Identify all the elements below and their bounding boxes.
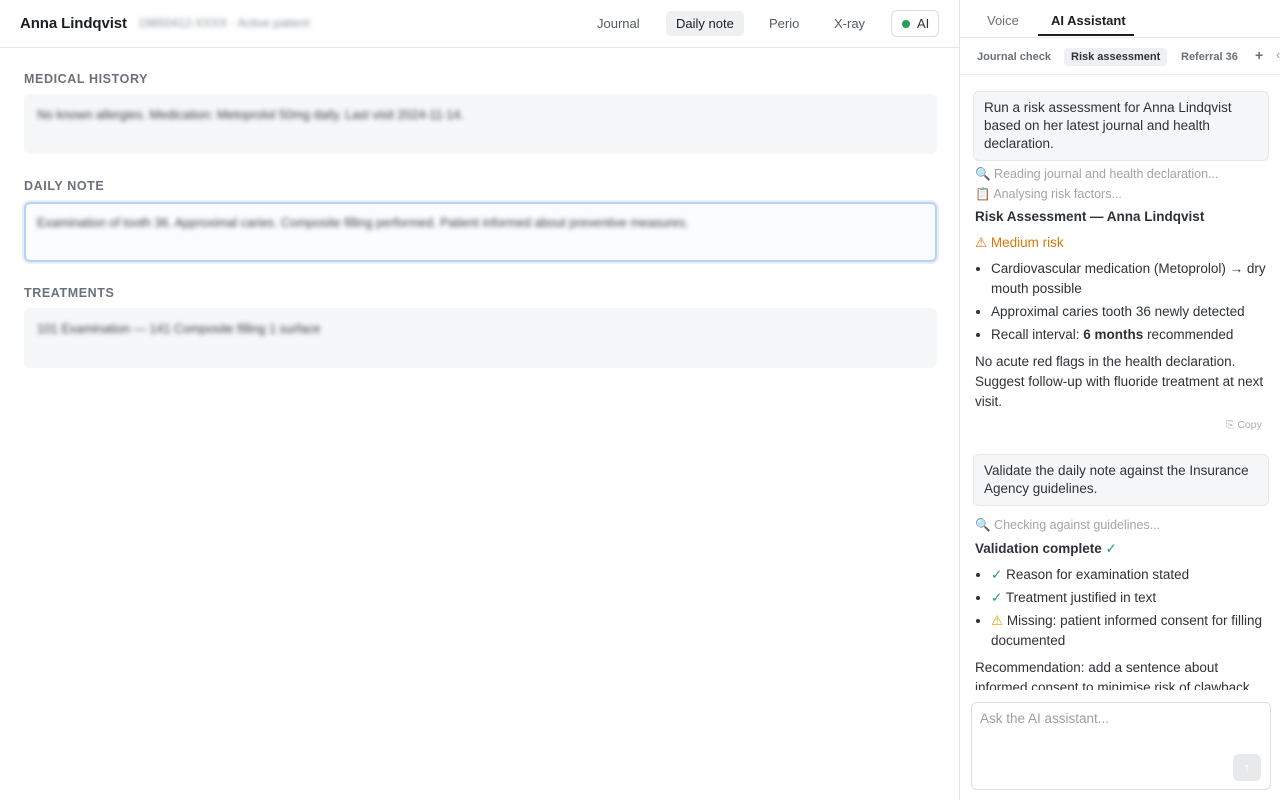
response-summary: No acute red flags in the health declara… bbox=[975, 354, 1264, 409]
patient-meta: 19850412-XXXX · Active patient bbox=[138, 16, 310, 30]
list-item: Cardiovascular medication (Metoprolol) →… bbox=[991, 259, 1271, 299]
tab-x-ray[interactable]: X-ray bbox=[824, 11, 875, 36]
validation-list: ✓ Reason for examination stated ✓ Treatm… bbox=[991, 565, 1271, 654]
user-message: Run a risk assessment for Anna Lindqvist… bbox=[973, 91, 1269, 161]
user-message: Validate the daily note against the Insu… bbox=[973, 454, 1269, 506]
check-icon: ✓ bbox=[1105, 541, 1117, 556]
daily-note-field[interactable]: Examination of tooth 36. Approximal cari… bbox=[24, 202, 937, 262]
subtab-risk-assessment[interactable]: Risk assessment bbox=[1064, 48, 1168, 66]
tab-ai-assistant[interactable]: AI Assistant bbox=[1051, 13, 1126, 28]
risk-level: ⚠ Medium risk bbox=[975, 235, 1064, 251]
status-line: 🔍 Reading journal and health declaration… bbox=[975, 167, 1219, 181]
scroll-tabs-icon[interactable]: ‹ bbox=[1276, 47, 1280, 62]
medical-history-heading: MEDICAL HISTORY bbox=[24, 72, 149, 86]
conversation-tabs: Journal check Risk assessment Referral 3… bbox=[960, 38, 1280, 75]
panel-tabs: Voice AI Assistant bbox=[960, 0, 1280, 38]
list-item: ✓ Treatment justified in text bbox=[991, 588, 1271, 608]
chat-input[interactable] bbox=[980, 711, 1260, 726]
add-tab-button[interactable]: + bbox=[1255, 47, 1263, 63]
top-bar: Anna Lindqvist 19850412-XXXX · Active pa… bbox=[0, 0, 960, 48]
subtab-journal-check[interactable]: Journal check bbox=[970, 48, 1058, 66]
list-item: Approximal caries tooth 36 newly detecte… bbox=[991, 302, 1271, 322]
ai-status-dot bbox=[902, 20, 910, 28]
ai-panel: Voice AI Assistant Journal check Risk as… bbox=[959, 0, 1280, 800]
active-tab-indicator bbox=[1038, 34, 1134, 36]
status-line: 📋 Analysing risk factors... bbox=[975, 187, 1122, 201]
list-item: ⚠ Missing: patient informed consent for … bbox=[991, 611, 1271, 651]
check-icon: ✓ bbox=[991, 590, 1003, 605]
response-title: Risk Assessment — Anna Lindqvist bbox=[975, 209, 1205, 224]
copy-button[interactable]: ⎘ Copy bbox=[1226, 419, 1262, 432]
list-item: ✓ Reason for examination stated bbox=[991, 565, 1271, 585]
risk-level-label: Medium risk bbox=[990, 235, 1064, 250]
patient-name: Anna Lindqvist bbox=[20, 15, 127, 32]
list-item: Recall interval: 6 months recommended bbox=[991, 325, 1271, 345]
treatments-text: 101 Examination — 141 Composite filling … bbox=[37, 322, 321, 336]
tab-voice[interactable]: Voice bbox=[987, 13, 1019, 28]
chat-thread[interactable]: Run a risk assessment for Anna Lindqvist… bbox=[960, 76, 1280, 690]
send-button[interactable]: ↑ bbox=[1233, 754, 1261, 781]
validation-title: Validation complete ✓ bbox=[975, 541, 1117, 556]
check-icon: ✓ bbox=[991, 567, 1003, 582]
main-editor: Anna Lindqvist 19850412-XXXX · Active pa… bbox=[0, 0, 960, 800]
warning-icon: ⚠ bbox=[975, 235, 988, 250]
daily-note-text: Examination of tooth 36. Approximal cari… bbox=[37, 216, 689, 230]
subtab-referral-36[interactable]: Referral 36 bbox=[1174, 48, 1245, 66]
ai-toggle-button[interactable]: AI bbox=[891, 10, 939, 37]
ai-toggle-label: AI bbox=[917, 16, 930, 31]
status-line: 🔍 Checking against guidelines... bbox=[975, 518, 1161, 532]
tab-journal[interactable]: Journal bbox=[587, 11, 650, 36]
tab-daily-note[interactable]: Daily note bbox=[666, 11, 744, 36]
risk-factor-list: Cardiovascular medication (Metoprolol) →… bbox=[991, 259, 1271, 348]
treatments-field[interactable]: 101 Examination — 141 Composite filling … bbox=[24, 308, 937, 368]
recommendation-text: Recommendation: add a sentence about inf… bbox=[975, 660, 1254, 690]
tab-perio[interactable]: Perio bbox=[759, 11, 809, 36]
medical-history-field[interactable]: No known allergies. Medication: Metoprol… bbox=[24, 94, 937, 154]
medical-history-text: No known allergies. Medication: Metoprol… bbox=[37, 108, 464, 122]
treatments-heading: TREATMENTS bbox=[24, 286, 115, 300]
chat-input-box[interactable]: ↑ bbox=[971, 702, 1271, 790]
warning-icon: ⚠ bbox=[991, 613, 1004, 628]
daily-note-heading: DAILY NOTE bbox=[24, 179, 105, 193]
